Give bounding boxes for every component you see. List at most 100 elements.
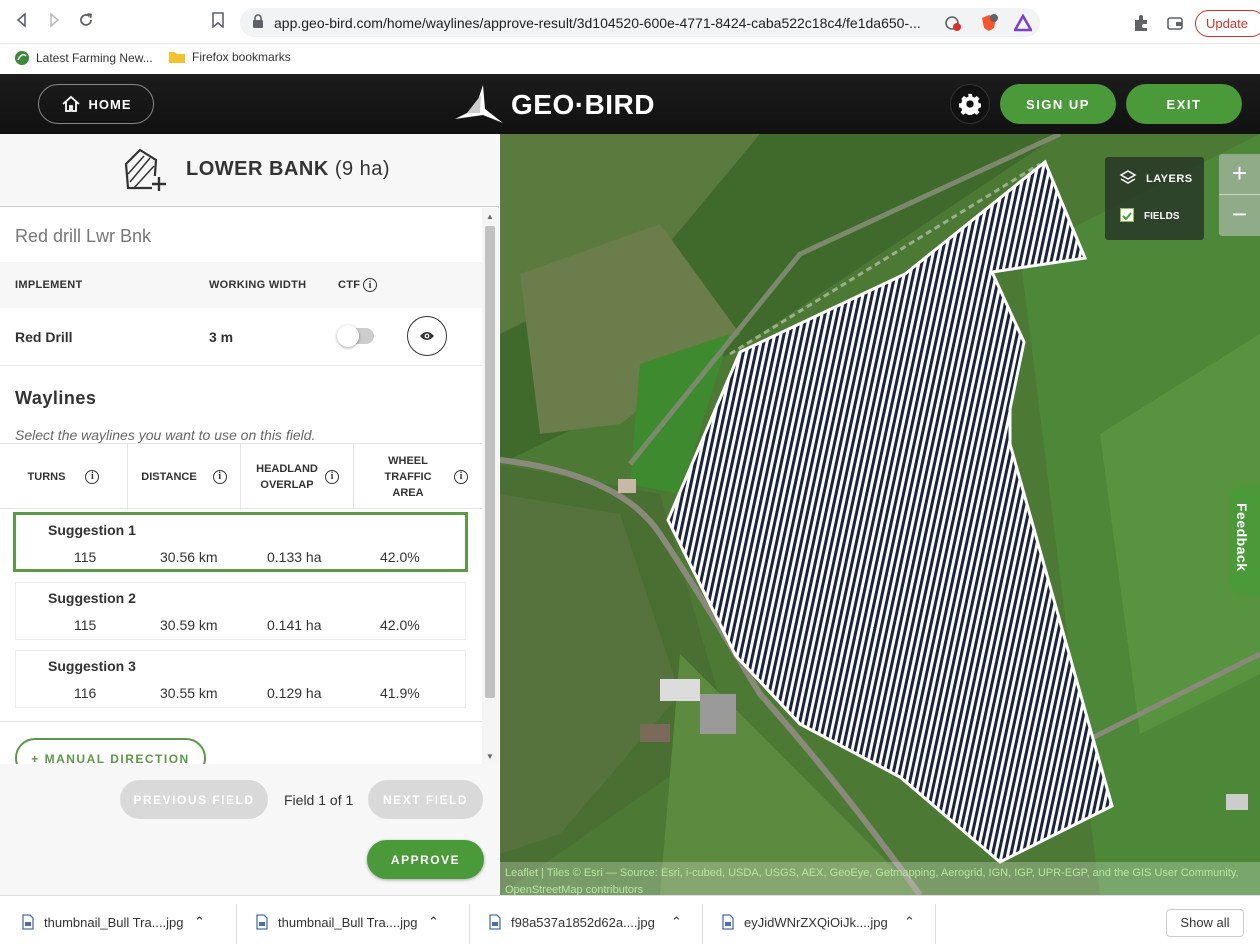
satellite-map[interactable]: LAYERS FIELDS + − Feedback Leaflet | Til… (500, 134, 1260, 895)
app-header: HOME GEO·BIRD SIGN UP EXIT (0, 74, 1260, 134)
headland-info-icon[interactable]: i (325, 470, 339, 484)
suggestion-card[interactable]: Suggestion 2 115 30.59 km 0.141 ha 42.0% (15, 582, 466, 640)
divider (469, 904, 470, 944)
zoom-out-button[interactable]: − (1219, 195, 1260, 236)
bookmark-label: Firefox bookmarks (192, 50, 291, 64)
address-bar[interactable]: app.geo-bird.com/home/waylines/approve-r… (240, 8, 1040, 37)
reload-icon[interactable] (76, 12, 96, 32)
ctf-header: CTF (338, 279, 361, 291)
view-toggle-button[interactable] (407, 316, 447, 356)
scroll-up-icon[interactable]: ▲ (486, 212, 494, 221)
zoom-controls: + − (1219, 154, 1260, 236)
distance-info-icon[interactable]: i (212, 470, 227, 484)
home-button[interactable]: HOME (38, 84, 154, 124)
headland-overlap-header: HEADLAND OVERLAP i (241, 444, 354, 510)
panel-scrollbar[interactable]: ▲ ▼ (482, 208, 499, 764)
working-width-value: 3 m (209, 329, 234, 345)
waylines-panel: LOWER BANK (9 ha) Red drill Lwr Bnk IMPL… (0, 134, 499, 895)
fields-label: FIELDS (1144, 211, 1180, 222)
field-pager: PREVIOUS FIELD Field 1 of 1 NEXT FIELD A… (0, 764, 499, 895)
sign-up-button[interactable]: SIGN UP (1000, 84, 1116, 124)
download-filename: f98a537a1852d62a....jpg (511, 914, 655, 930)
geo-bird-logo[interactable]: GEO·BIRD (453, 82, 655, 128)
wheel-traffic-header: WHEEL TRAFFIC AREA i (354, 444, 482, 510)
implement-row: Red Drill 3 m (0, 308, 482, 366)
eye-icon (420, 332, 434, 340)
turns-header: TURNS i (0, 444, 128, 510)
feedback-label: Feedback (1234, 503, 1250, 572)
zoom-in-button[interactable]: + (1219, 154, 1260, 195)
download-item[interactable]: f98a537a1852d62a....jpg ⌃ (489, 904, 682, 940)
settings-button[interactable] (950, 84, 990, 124)
update-label: Update (1206, 16, 1248, 31)
privacy-icon[interactable] (944, 14, 962, 32)
suggestion-distance: 30.55 km (160, 685, 218, 701)
chevron-up-icon[interactable]: ⌃ (428, 914, 439, 930)
ctf-toggle[interactable] (337, 325, 374, 347)
suggestion-card[interactable]: Suggestion 1 115 30.56 km 0.133 ha 42.0% (13, 512, 468, 572)
download-item[interactable]: thumbnail_Bull Tra....jpg ⌃ (22, 904, 205, 940)
download-item[interactable]: thumbnail_Bull Tra....jpg ⌃ (256, 904, 439, 940)
approve-button[interactable]: APPROVE (367, 840, 484, 879)
download-item[interactable]: eyJidWNrZXQiOiJk....jpg ⌃ (722, 904, 915, 940)
back-icon[interactable] (12, 12, 32, 32)
wheel-traffic-info-icon[interactable]: i (454, 470, 468, 484)
bookmark-firefox-folder[interactable]: Firefox bookmarks (168, 50, 291, 64)
leaf-icon (15, 51, 29, 65)
turns-header-label: TURNS (27, 471, 66, 483)
attribution-line[interactable]: OpenStreetMap contributors (505, 882, 1255, 895)
suggestion-card[interactable]: Suggestion 3 116 30.55 km 0.129 ha 41.9% (15, 650, 466, 708)
fields-checkbox[interactable] (1120, 208, 1134, 222)
field-counter: Field 1 of 1 (284, 792, 354, 808)
suggestion-name: Suggestion 3 (48, 658, 136, 674)
panel-scroll-area[interactable]: Red drill Lwr Bnk IMPLEMENT WORKING WIDT… (0, 208, 482, 764)
extensions-icon[interactable] (1132, 14, 1150, 32)
field-title: LOWER BANK (9 ha) (186, 158, 390, 181)
wallet-icon[interactable] (1166, 14, 1184, 32)
brave-shield-icon[interactable] (980, 14, 998, 32)
manual-direction-button[interactable]: + MANUAL DIRECTION (15, 738, 206, 764)
map-attribution: Leaflet | Tiles © Esri — Source: Esri, i… (500, 862, 1260, 895)
feedback-tab[interactable]: Feedback (1230, 485, 1260, 595)
waylines-table-header: TURNS i DISTANCE i HEADLAND OVERLAP i WH… (0, 443, 482, 510)
ctf-info-icon[interactable]: i (363, 278, 377, 292)
show-all-downloads-button[interactable]: Show all (1166, 909, 1244, 937)
distance-header-label: DISTANCE (141, 471, 197, 483)
chevron-up-icon[interactable]: ⌃ (904, 914, 915, 930)
bookmarks-bar: Latest Farming New... Firefox bookmarks (0, 44, 1260, 74)
divider (935, 904, 936, 944)
suggestion-turns: 115 (74, 549, 97, 565)
suggestion-traffic: 42.0% (380, 549, 420, 565)
previous-field-button[interactable]: PREVIOUS FIELD (120, 780, 268, 819)
check-icon (1122, 212, 1132, 221)
bookmark-icon[interactable] (208, 12, 228, 32)
field-area: (9 ha) (334, 158, 391, 180)
suggestion-name: Suggestion 1 (48, 522, 136, 538)
rewards-icon[interactable] (1014, 14, 1032, 32)
bookmark-farming-news[interactable]: Latest Farming New... (14, 50, 153, 66)
lock-icon (253, 14, 263, 28)
suggestion-turns: 115 (74, 617, 97, 633)
wheel-traffic-header-label: WHEEL TRAFFIC AREA (384, 455, 432, 499)
attribution-line[interactable]: Leaflet | Tiles © Esri — Source: Esri, i… (505, 865, 1255, 882)
scroll-thumb[interactable] (485, 226, 495, 698)
field-header: LOWER BANK (9 ha) (0, 134, 499, 207)
chevron-up-icon[interactable]: ⌃ (671, 914, 682, 930)
logo-text: GEO·BIRD (511, 89, 655, 120)
turns-info-icon[interactable]: i (85, 470, 100, 484)
next-field-button[interactable]: NEXT FIELD (368, 780, 483, 819)
url-text: app.geo-bird.com/home/waylines/approve-r… (274, 15, 921, 31)
scroll-down-icon[interactable]: ▼ (486, 752, 494, 761)
divider (0, 721, 482, 722)
suggestion-overlap: 0.129 ha (267, 685, 322, 701)
chevron-up-icon[interactable]: ⌃ (194, 914, 205, 930)
update-button[interactable]: Update (1195, 10, 1260, 37)
sign-up-label: SIGN UP (1026, 96, 1090, 112)
implement-table-header: IMPLEMENT WORKING WIDTH CTF i (0, 262, 482, 308)
field-add-icon (124, 148, 166, 191)
file-icon (489, 914, 501, 930)
forward-icon[interactable] (44, 12, 64, 32)
divider (702, 904, 703, 944)
exit-button[interactable]: EXIT (1126, 84, 1242, 124)
file-icon (722, 914, 734, 930)
